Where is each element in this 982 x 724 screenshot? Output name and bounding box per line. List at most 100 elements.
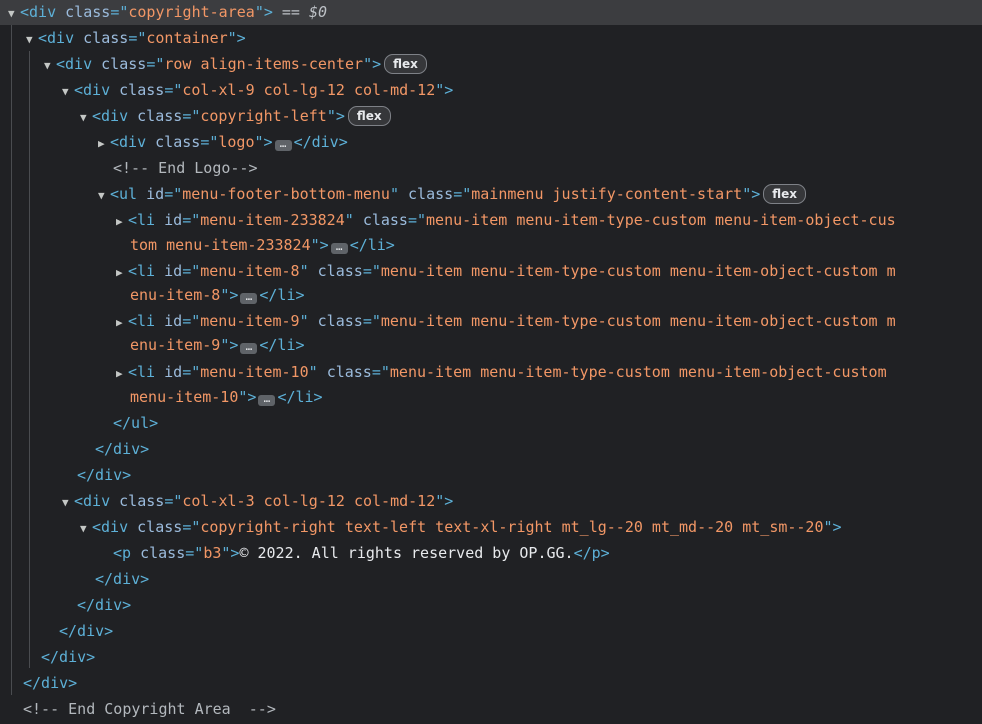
expand-triangle-icon[interactable]: ▼ <box>44 53 56 78</box>
elements-panel-dom-tree[interactable]: ▼ <div class="copyright-area"> == $0 ▼ <di… <box>0 0 982 724</box>
dom-node-logo[interactable]: ▶ <div class="logo">… </div> <box>0 130 348 155</box>
expand-triangle-icon[interactable]: ▼ <box>62 79 74 104</box>
ellipsis-icon[interactable]: … <box>258 393 276 406</box>
closing-tag: </div> <box>41 648 96 666</box>
dom-node-menu-item-8[interactable]: ▶ <li id="menu-item-8" class="menu-item m… <box>0 259 896 284</box>
dom-node-menu-item-9[interactable]: ▶ <li id="menu-item-9" class="menu-item m… <box>0 309 896 334</box>
attribute-name: class <box>317 262 363 280</box>
tag-name: li <box>137 363 156 381</box>
collapse-triangle-icon[interactable]: ▶ <box>116 209 128 234</box>
flex-badge[interactable]: flex <box>384 54 427 74</box>
dom-close-copyright-area[interactable]: </div> <box>0 671 77 696</box>
ellipsis-icon[interactable]: … <box>240 291 258 304</box>
attribute-value[interactable]: copyright-right text-left text-xl-right … <box>200 518 823 536</box>
closing-tag: </div> <box>23 674 78 692</box>
attribute-name: class <box>65 3 111 21</box>
flex-badge[interactable]: flex <box>763 184 807 204</box>
collapse-triangle-icon[interactable]: ▶ <box>116 310 128 335</box>
dom-close-ul[interactable]: </ul> <box>0 411 158 436</box>
attribute-name: id <box>164 363 183 381</box>
tag-name: div <box>101 107 129 125</box>
attribute-name: class <box>83 29 129 47</box>
attribute-value[interactable]: menu-item-8 <box>200 262 299 280</box>
attribute-value[interactable]: tom menu-item-233824 <box>130 236 311 254</box>
expand-triangle-icon[interactable]: ▼ <box>62 490 74 515</box>
attribute-value[interactable]: col-xl-9 col-lg-12 col-md-12 <box>182 81 435 99</box>
ellipsis-icon[interactable]: … <box>240 341 258 354</box>
dom-node-menu-item-10[interactable]: ▶ <li id="menu-item-10" class="menu-item … <box>0 360 887 385</box>
tag-name: li <box>137 262 156 280</box>
flex-badge[interactable]: flex <box>347 106 391 126</box>
dom-node-menu-item-233824-wrap[interactable]: tom menu-item-233824">… </li> <box>0 233 395 258</box>
attribute-name: class <box>326 363 372 381</box>
attribute-name: class <box>137 107 183 125</box>
dom-close-copyright-right[interactable]: </div> <box>0 567 149 592</box>
collapse-triangle-icon[interactable]: ▶ <box>116 260 128 285</box>
dom-comment-end-copyright-area[interactable]: <!-- End Copyright Area --> <box>0 697 276 722</box>
attribute-value[interactable]: menu-item-10 <box>130 388 238 406</box>
dom-comment-end-logo[interactable]: <!-- End Logo--> <box>0 156 258 181</box>
attribute-value[interactable]: enu-item-9 <box>130 336 220 354</box>
dom-node-copyright-area[interactable]: ▼ <div class="copyright-area"> == $0 <box>0 0 982 25</box>
dom-node-container[interactable]: ▼ <div class="container"> <box>0 26 246 51</box>
closing-tag: </div> <box>293 133 348 151</box>
dom-node-menu-item-233824[interactable]: ▶ <li id="menu-item-233824" class="menu-i… <box>0 208 896 233</box>
attribute-value[interactable]: row align-items-center <box>164 55 363 73</box>
attribute-value[interactable]: menu-item menu-item-type-custom menu-ite… <box>381 262 896 280</box>
closing-tag: </ul> <box>113 414 159 432</box>
attribute-value[interactable]: col-xl-3 col-lg-12 col-md-12 <box>182 492 435 510</box>
attribute-value[interactable]: menu-item-233824 <box>200 211 345 229</box>
dom-close-col-xl-9[interactable]: </div> <box>0 463 131 488</box>
dom-node-col-xl-3[interactable]: ▼ <div class="col-xl-3 col-lg-12 col-md-1… <box>0 489 453 514</box>
tag-name: div <box>101 518 129 536</box>
attribute-value[interactable]: menu-item-9 <box>200 312 299 330</box>
dom-close-copyright-left[interactable]: </div> <box>0 437 149 462</box>
expand-triangle-icon[interactable]: ▼ <box>98 183 110 208</box>
dom-node-row[interactable]: ▼ <div class="row align-items-center"> fle… <box>0 52 427 77</box>
dom-node-copyright-left[interactable]: ▼ <div class="copyright-left"> flex <box>0 104 391 129</box>
dom-node-copyright-right[interactable]: ▼ <div class="copyright-right text-left t… <box>0 515 842 540</box>
attribute-value[interactable]: mainmenu justify-content-start <box>471 185 742 203</box>
attribute-value[interactable]: menu-item menu-item-type-custom menu-ite… <box>426 211 896 229</box>
attribute-value[interactable]: enu-item-8 <box>130 286 220 304</box>
dom-node-menu-item-9-wrap[interactable]: enu-item-9">… </li> <box>0 333 305 358</box>
attribute-value[interactable]: menu-footer-bottom-menu <box>182 185 390 203</box>
tag-name: div <box>83 81 111 99</box>
copyright-text[interactable]: © 2022. All rights reserved by OP.GG. <box>239 544 573 562</box>
dom-node-paragraph-b3[interactable]: <p class="b3">© 2022. All rights reserve… <box>0 541 610 566</box>
tag-name: div <box>65 55 93 73</box>
expand-triangle-icon[interactable]: ▼ <box>80 105 92 130</box>
attribute-name: id <box>146 185 165 203</box>
attribute-value[interactable]: copyright-area <box>128 3 254 21</box>
attribute-value[interactable]: logo <box>218 133 254 151</box>
attribute-value[interactable]: b3 <box>203 544 221 562</box>
collapse-triangle-icon[interactable]: ▶ <box>116 361 128 386</box>
expand-triangle-icon[interactable]: ▼ <box>26 27 38 52</box>
attribute-value[interactable]: menu-item-10 <box>200 363 308 381</box>
dom-node-menu-item-10-wrap[interactable]: menu-item-10">… </li> <box>0 385 323 410</box>
expand-triangle-icon[interactable]: ▼ <box>80 516 92 541</box>
attribute-name: class <box>119 81 165 99</box>
attribute-name: class <box>317 312 363 330</box>
expand-triangle-icon[interactable]: ▼ <box>8 1 20 26</box>
dom-node-col-xl-9[interactable]: ▼ <div class="col-xl-9 col-lg-12 col-md-1… <box>0 78 453 103</box>
ellipsis-icon[interactable]: … <box>274 138 292 151</box>
tag-name: ul <box>119 185 138 203</box>
attribute-value[interactable]: menu-item menu-item-type-custom menu-ite… <box>390 363 887 381</box>
dom-close-col-xl-3[interactable]: </div> <box>0 593 131 618</box>
attribute-name: id <box>164 262 183 280</box>
dom-close-row[interactable]: </div> <box>0 619 113 644</box>
attribute-name: class <box>101 55 147 73</box>
collapse-triangle-icon[interactable]: ▶ <box>98 131 110 156</box>
closing-tag: </div> <box>59 622 114 640</box>
tag-name: div <box>29 3 57 21</box>
attribute-value[interactable]: container <box>146 29 227 47</box>
dom-node-footer-menu[interactable]: ▼ <ul id="menu-footer-bottom-menu" class=… <box>0 182 807 208</box>
attribute-name: id <box>164 211 183 229</box>
ellipsis-icon[interactable]: … <box>330 241 348 254</box>
dom-close-container[interactable]: </div> <box>0 645 95 670</box>
attribute-value[interactable]: copyright-left <box>200 107 326 125</box>
closing-tag: </div> <box>77 596 132 614</box>
dom-node-menu-item-8-wrap[interactable]: enu-item-8">… </li> <box>0 283 305 308</box>
attribute-value[interactable]: menu-item menu-item-type-custom menu-ite… <box>381 312 896 330</box>
